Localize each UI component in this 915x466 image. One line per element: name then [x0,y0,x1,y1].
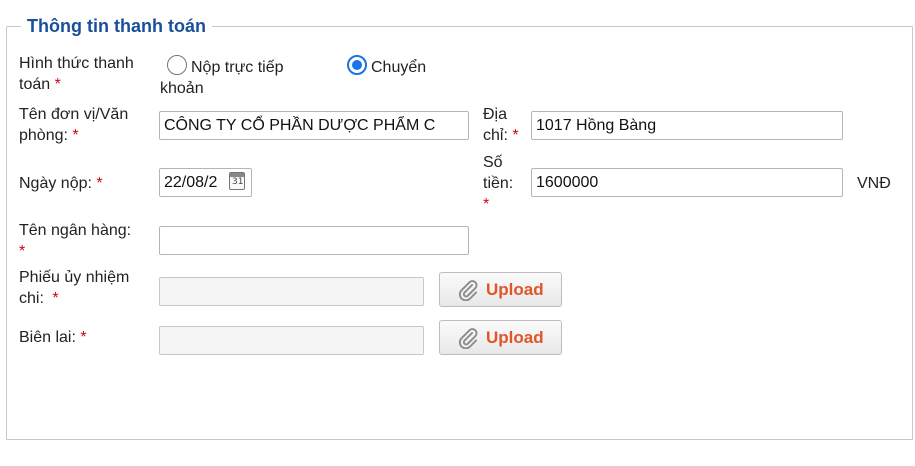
required-marker: * [483,196,490,213]
amount-label: Số tiền: * [483,152,513,215]
radio-transfer[interactable] [347,55,367,75]
address-label: Địa chỉ: * [483,104,519,146]
amount-label-line1: Số [483,154,503,171]
address-label-line1: Địa [483,106,508,123]
section-title: Thông tin thanh toán [21,15,212,37]
upload-button-label: Upload [486,280,544,299]
required-marker: * [80,329,87,346]
unit-label-line2: phòng: [19,127,68,144]
address-label-line2: chỉ: [483,127,508,144]
payment-order-label: Phiếu ủy nhiệm chi: * [19,267,129,309]
address-input[interactable]: 1017 Hồng Bàng [531,111,843,140]
radio-direct-payment[interactable] [167,55,187,75]
required-marker: * [54,76,61,93]
required-marker: * [72,127,79,144]
payment-method-label-line2: toán [19,76,51,93]
required-marker: * [52,290,59,307]
radio-transfer-label-wrap: khoản [160,80,204,97]
upload-button-label: Upload [486,328,544,347]
payment-method-label-line1: Hình thức thanh [19,55,134,72]
unit-label-line1: Tên đơn vị/Văn [19,106,129,123]
calendar-icon[interactable]: 31 [229,172,245,190]
payment-order-file-input [159,277,424,306]
payment-order-upload-button[interactable]: Upload [439,272,562,307]
paperclip-icon [458,280,478,301]
radio-transfer-label[interactable]: Chuyển [371,57,426,78]
amount-input[interactable]: 1600000 [531,168,843,197]
amount-label-line2: tiền: [483,175,514,192]
calendar-icon-day: 31 [232,177,244,187]
bank-label: Tên ngân hàng: * [19,220,131,262]
payment-order-label-line1: Phiếu ủy nhiệm [19,269,130,286]
paperclip-icon [458,328,478,349]
required-marker: * [512,127,519,144]
currency-label: VNĐ [857,175,891,192]
date-label: Ngày nộp: * [19,173,103,194]
receipt-label-text: Biên lai: [19,329,76,346]
payment-method-label: Hình thức thanh toán * [19,53,134,95]
receipt-upload-button[interactable]: Upload [439,320,562,355]
receipt-label: Biên lai: * [19,327,87,348]
payment-order-label-line2: chi: [19,290,44,307]
required-marker: * [96,175,103,192]
bank-input[interactable] [159,226,469,255]
unit-label: Tên đơn vị/Văn phòng: * [19,104,128,146]
unit-input[interactable]: CÔNG TY CỔ PHẦN DƯỢC PHẨM C [159,111,469,140]
bank-label-text: Tên ngân hàng: [19,222,132,239]
required-marker: * [19,243,26,260]
radio-direct-payment-label[interactable]: Nộp trực tiếp [191,57,284,78]
date-label-text: Ngày nộp: [19,175,92,192]
receipt-file-input [159,326,424,355]
